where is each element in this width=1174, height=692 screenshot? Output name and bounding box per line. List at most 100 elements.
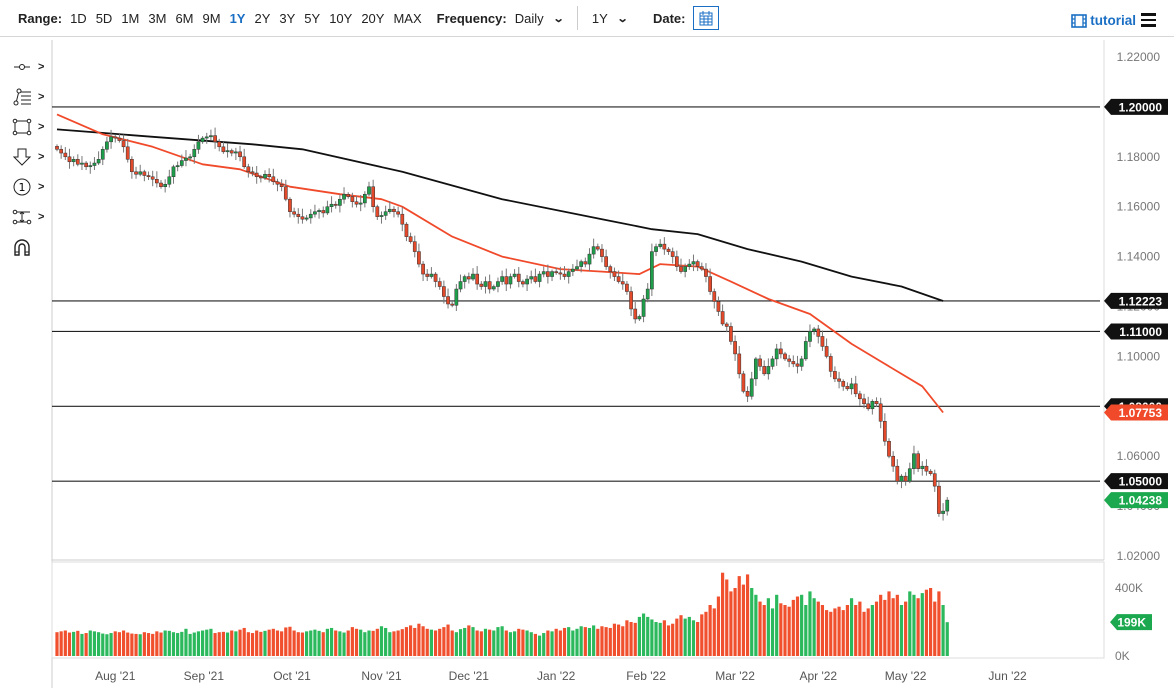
price-tick-label: 1.18000 bbox=[1117, 150, 1161, 164]
volume-bar bbox=[666, 625, 671, 656]
candle-body bbox=[246, 166, 251, 173]
volume-bar bbox=[67, 632, 72, 656]
volume-bar bbox=[837, 606, 841, 656]
candle-body bbox=[583, 261, 588, 265]
candle-body bbox=[749, 378, 754, 397]
candle-body bbox=[783, 353, 787, 360]
candle-body bbox=[625, 283, 629, 292]
candle-body bbox=[758, 358, 762, 367]
candle-body bbox=[521, 281, 525, 285]
volume-bar bbox=[275, 630, 280, 656]
volume-bar bbox=[537, 635, 542, 656]
volume-bar bbox=[446, 624, 450, 656]
candle-body bbox=[616, 276, 621, 282]
candle-body bbox=[229, 150, 234, 154]
volume-bar bbox=[180, 631, 184, 656]
candle-body bbox=[579, 261, 584, 267]
candle-body bbox=[907, 468, 912, 482]
candle-body bbox=[691, 261, 696, 265]
volume-bar bbox=[908, 591, 912, 656]
candle-body bbox=[138, 171, 143, 175]
candle-body bbox=[720, 311, 725, 325]
volume-bar bbox=[725, 579, 729, 656]
candle-body bbox=[641, 298, 646, 317]
candle-body bbox=[333, 203, 338, 206]
volume-bar bbox=[833, 608, 837, 656]
candle-body bbox=[650, 251, 654, 290]
candle-body bbox=[882, 421, 887, 442]
volume-bar bbox=[808, 591, 812, 656]
candle-body bbox=[766, 366, 771, 375]
volume-bar bbox=[546, 630, 550, 656]
candle-body bbox=[279, 183, 284, 187]
volume-bar bbox=[109, 633, 113, 656]
candle-body bbox=[342, 193, 346, 200]
price-tick-label: 1.10000 bbox=[1117, 349, 1161, 363]
candle-body bbox=[100, 149, 105, 160]
volume-bar bbox=[458, 629, 463, 656]
volume-bar bbox=[621, 626, 625, 656]
candle-body bbox=[566, 271, 571, 277]
volume-bar bbox=[825, 610, 829, 656]
level-price-label: 1.05000 bbox=[1119, 475, 1163, 489]
candle-body bbox=[375, 206, 380, 217]
volume-bar bbox=[683, 618, 687, 656]
candle-body bbox=[479, 283, 484, 287]
volume-bar bbox=[463, 627, 467, 656]
candle-body bbox=[853, 383, 858, 395]
volume-bar bbox=[920, 593, 924, 656]
volume-bar bbox=[479, 631, 483, 656]
volume-bar bbox=[63, 630, 67, 656]
candle-body bbox=[130, 159, 134, 173]
candle-body bbox=[150, 176, 155, 180]
volume-bar bbox=[895, 594, 899, 656]
candle-body bbox=[450, 303, 455, 306]
candle-body bbox=[712, 291, 717, 302]
last-price-label: 1.04238 bbox=[1119, 494, 1163, 508]
volume-bar bbox=[741, 584, 745, 656]
candle-body bbox=[117, 137, 122, 141]
candle-body bbox=[629, 291, 633, 310]
volume-bar bbox=[188, 633, 192, 656]
candle-body bbox=[774, 348, 779, 360]
price-tick-label: 1.06000 bbox=[1117, 449, 1161, 463]
candle-body bbox=[192, 149, 197, 158]
candle-body bbox=[920, 465, 925, 469]
volume-bar bbox=[508, 632, 513, 656]
volume-bar bbox=[167, 630, 171, 656]
candle-body bbox=[491, 286, 496, 290]
volume-bar bbox=[812, 598, 816, 656]
volume-bar bbox=[841, 610, 845, 656]
candle-body bbox=[828, 356, 833, 372]
candle-body bbox=[529, 276, 534, 280]
candle-body bbox=[695, 261, 700, 267]
candle-body bbox=[188, 156, 192, 159]
candle-body bbox=[816, 328, 821, 337]
candle-body bbox=[600, 248, 604, 257]
candle-body bbox=[304, 217, 309, 220]
candle-body bbox=[895, 465, 900, 482]
volume-bar bbox=[562, 627, 567, 656]
candle-body bbox=[417, 251, 421, 265]
volume-bar bbox=[617, 624, 621, 656]
candle-body bbox=[762, 366, 767, 375]
candle-body bbox=[200, 137, 205, 143]
volume-bar bbox=[721, 572, 725, 656]
volume-bar bbox=[521, 629, 525, 656]
date-tick-label: Sep '21 bbox=[184, 669, 225, 683]
volume-bar bbox=[795, 596, 800, 656]
candle-body bbox=[500, 276, 504, 282]
candle-body bbox=[724, 323, 729, 327]
candle-body bbox=[321, 210, 326, 214]
volume-bar bbox=[679, 615, 683, 656]
volume-bar bbox=[716, 596, 721, 656]
level-price-label: 1.12223 bbox=[1119, 294, 1163, 308]
candle-body bbox=[820, 336, 825, 347]
price-chart[interactable]: 1.220001.200001.180001.160001.140001.120… bbox=[0, 0, 1174, 692]
volume-bar bbox=[300, 632, 305, 656]
volume-bar bbox=[849, 598, 854, 656]
volume-bar bbox=[712, 608, 716, 656]
candle-body bbox=[71, 159, 76, 163]
volume-bar bbox=[388, 632, 392, 656]
volume-bar bbox=[217, 632, 221, 656]
